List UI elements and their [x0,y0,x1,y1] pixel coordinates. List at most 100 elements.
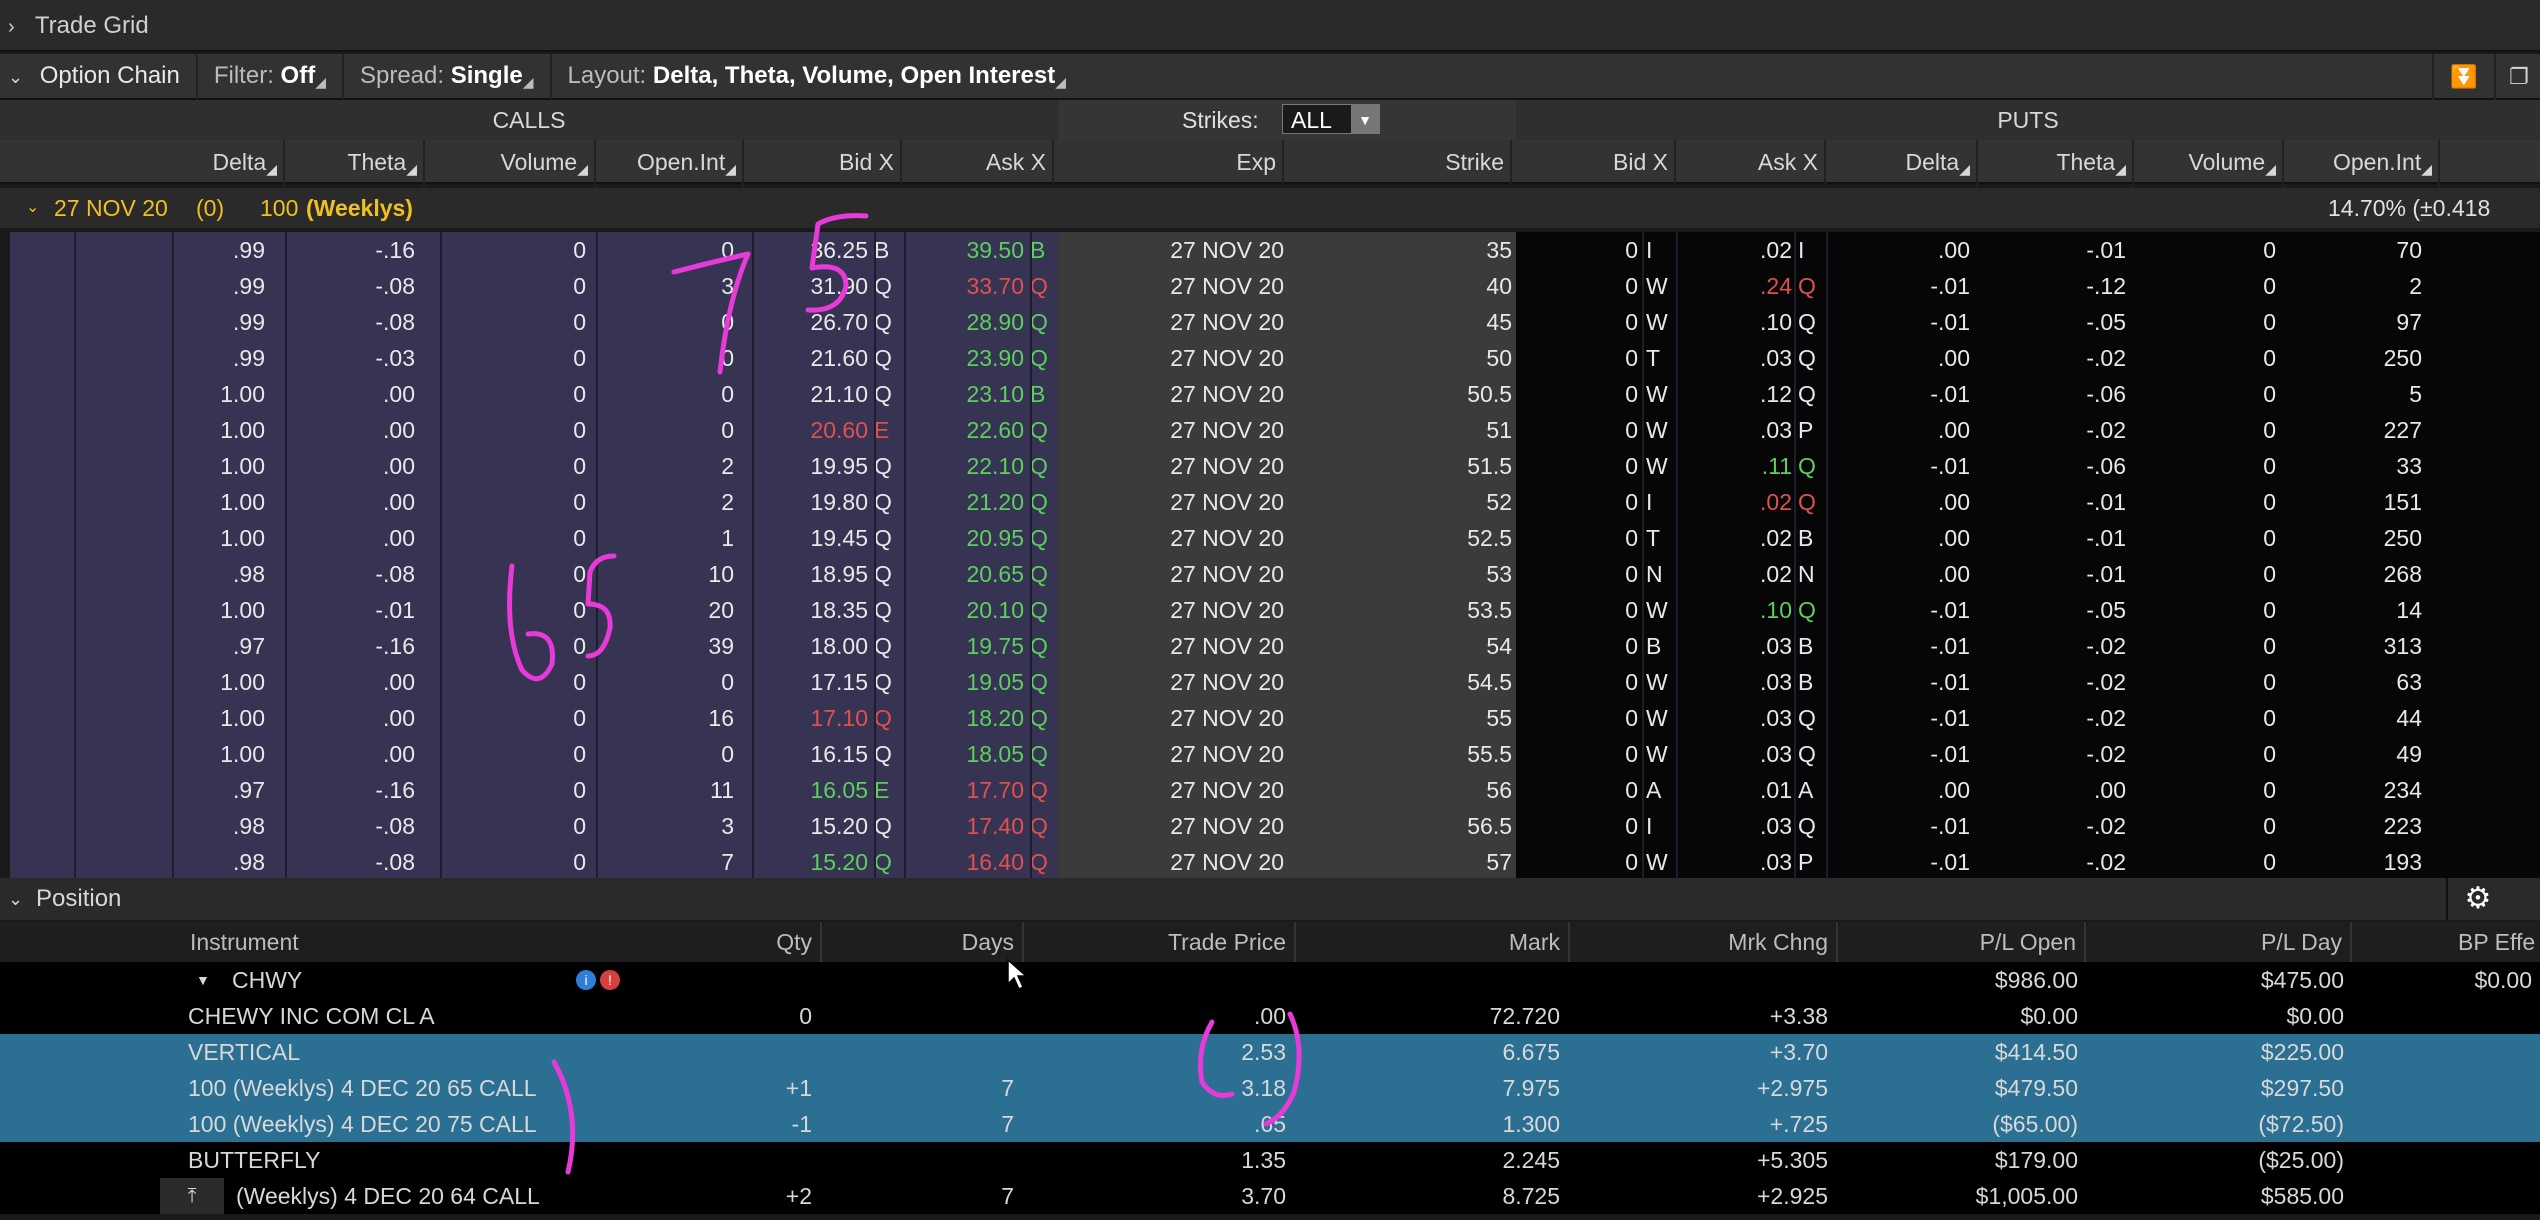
chevron-down-icon[interactable]: ⌄ [8,878,23,920]
info-icon[interactable]: i [576,970,596,990]
put-bid[interactable]: 0 [1526,340,1638,376]
call-bid[interactable]: 16.15 [752,736,868,772]
put-ask[interactable]: .10 [1676,304,1792,340]
call-ask[interactable]: 22.10 [904,448,1024,484]
option-row[interactable]: 1.00.00 0 1 19.45 Q 20.95 Q 27 NOV 20 52.5 0 T .02 B… [0,520,2540,556]
put-bid[interactable]: 0 [1526,808,1638,844]
mid-header-0[interactable]: Exp [1066,140,1284,184]
position-row[interactable]: 100 (Weeklys) 4 DEC 20 75 CALL -1 7 .65 1.30… [0,1106,2540,1142]
option-row[interactable]: 1.00.00 0 2 19.80 Q 21.20 Q 27 NOV 20 52 0 I .02 Q .0… [0,484,2540,520]
call-ask[interactable]: 21.20 [904,484,1024,520]
put-ask[interactable]: .03 [1676,844,1792,880]
call-bid[interactable]: 19.95 [752,448,868,484]
call-bid[interactable]: 21.60 [752,340,868,376]
position-header-7[interactable]: P/L Day [2088,922,2352,962]
call-bid[interactable]: 21.10 [752,376,868,412]
position-header-6[interactable]: P/L Open [1840,922,2086,962]
option-chain-toggle[interactable]: ⌄ Option Chain [0,53,198,99]
call-bid[interactable]: 18.35 [752,592,868,628]
put-bid[interactable]: 0 [1526,304,1638,340]
option-row[interactable]: .99 -.03 0 0 21.60 Q 23.90 Q 27 NOV 20 50 0 T .03 Q .0… [0,340,2540,376]
layout-selector[interactable]: Layout: Delta, Theta, Volume, Open Inter… [552,53,1083,99]
position-row[interactable]: ⤒ (Weeklys) 4 DEC 20 64 CALL +2 7 3.70 8.725 +… [0,1178,2540,1214]
put-header-2[interactable]: Delta◢ [1826,140,1978,191]
put-bid[interactable]: 0 [1526,484,1638,520]
call-ask[interactable]: 22.60 [904,412,1024,448]
call-header-5[interactable]: Ask X [904,140,1054,184]
put-bid[interactable]: 0 [1526,520,1638,556]
call-bid[interactable]: 16.05 [752,772,868,808]
call-header-4[interactable]: Bid X [752,140,902,184]
call-ask[interactable]: 20.10 [904,592,1024,628]
position-header-4[interactable]: Mark [1298,922,1570,962]
position-header-3[interactable]: Trade Price [1026,922,1296,962]
call-bid[interactable]: 18.95 [752,556,868,592]
position-header-1[interactable]: Qty [630,922,822,962]
position-header-8[interactable]: BP Effe [2354,922,2540,962]
call-bid[interactable]: 15.20 [752,808,868,844]
put-ask[interactable]: .02 [1676,484,1792,520]
option-row[interactable]: 1.00.00 0 0 20.60 E 22.60 Q 27 NOV 20 51 0 W .03 P .0… [0,412,2540,448]
expiry-row[interactable]: ⌄ 27 NOV 20 (0) 100 (Weeklys) 14.70% (±0… [0,188,2540,228]
call-ask[interactable]: 19.75 [904,628,1024,664]
call-header-0[interactable]: Delta◢ [110,140,285,191]
call-ask[interactable]: 19.05 [904,664,1024,700]
option-row[interactable]: .98 -.08 0 7 15.20 Q 16.40 Q 27 NOV 20 57 0 W .03 P -.… [0,844,2540,880]
spread-selector[interactable]: Spread: Single◢ [344,53,552,99]
put-ask[interactable]: .01 [1676,772,1792,808]
option-row[interactable]: 1.00.00 0 0 21.10 Q 23.10 B 27 NOV 20 50.5 0 W .12 Q… [0,376,2540,412]
put-ask[interactable]: .03 [1676,808,1792,844]
position-row[interactable]: BUTTERFLY 1.35 2.245 +5.305 $179.00 ($25.00) [0,1142,2540,1178]
call-bid[interactable]: 36.25 [752,232,868,268]
put-bid[interactable]: 0 [1526,664,1638,700]
call-bid[interactable]: 31.90 [752,268,868,304]
option-row[interactable]: .99 -.08 0 3 31.90 Q 33.70 Q 27 NOV 20 40 0 W .24 Q -.… [0,268,2540,304]
put-bid[interactable]: 0 [1526,628,1638,664]
put-bid[interactable]: 0 [1526,268,1638,304]
call-bid[interactable]: 20.60 [752,412,868,448]
call-ask[interactable]: 18.20 [904,700,1024,736]
put-ask[interactable]: .03 [1676,700,1792,736]
option-row[interactable]: 1.00.00 0 0 17.15 Q 19.05 Q 27 NOV 20 54.5 0 W .03 B… [0,664,2540,700]
put-header-0[interactable]: Bid X [1526,140,1676,184]
call-ask[interactable]: 16.40 [904,844,1024,880]
position-header-5[interactable]: Mrk Chng [1572,922,1838,962]
chevron-right-icon[interactable]: › [8,16,15,38]
put-ask[interactable]: .03 [1676,664,1792,700]
gear-icon[interactable]: ⚙ [2446,878,2508,920]
put-ask[interactable]: .03 [1676,340,1792,376]
put-header-3[interactable]: Theta◢ [1984,140,2134,191]
call-ask[interactable]: 39.50 [904,232,1024,268]
put-bid[interactable]: 0 [1526,700,1638,736]
call-header-2[interactable]: Volume◢ [440,140,596,191]
put-ask[interactable]: .11 [1676,448,1792,484]
option-row[interactable]: .98 -.08 0 3 15.20 Q 17.40 Q 27 NOV 20 56.5 0 I .03 Q… [0,808,2540,844]
call-ask[interactable]: 28.90 [904,304,1024,340]
call-ask[interactable]: 23.10 [904,376,1024,412]
call-bid[interactable]: 19.45 [752,520,868,556]
position-header[interactable]: ⌄ Position ⚙ [0,878,2540,920]
put-bid[interactable]: 0 [1526,592,1638,628]
call-ask[interactable]: 17.70 [904,772,1024,808]
call-bid[interactable]: 17.15 [752,664,868,700]
put-header-4[interactable]: Volume◢ [2134,140,2284,191]
put-ask[interactable]: .24 [1676,268,1792,304]
position-row[interactable]: VERTICAL 2.53 6.675 +3.70 $414.50 $225.00 [0,1034,2540,1070]
chevron-down-icon[interactable]: ⌄ [26,188,39,228]
call-ask[interactable]: 18.05 [904,736,1024,772]
put-ask[interactable]: .03 [1676,628,1792,664]
put-bid[interactable]: 0 [1526,448,1638,484]
position-row[interactable]: 100 (Weeklys) 4 DEC 20 65 CALL +1 7 3.18 7.9… [0,1070,2540,1106]
strikes-select[interactable]: ALL ▼ [1282,104,1380,134]
option-row[interactable]: .97 -.16 0 11 16.05 E 17.70 Q 27 NOV 20 56 0 A .01 A.… [0,772,2540,808]
put-ask[interactable]: .02 [1676,520,1792,556]
call-ask[interactable]: 20.65 [904,556,1024,592]
chevron-down-icon[interactable]: ▼ [196,962,210,998]
trade-grid-header[interactable]: › Trade Grid [0,0,2540,52]
filter-selector[interactable]: Filter: Off◢ [198,53,344,99]
call-ask[interactable]: 23.90 [904,340,1024,376]
alert-icon[interactable]: ! [600,970,620,990]
put-ask[interactable]: .02 [1676,232,1792,268]
collapse-down-icon[interactable]: ⏬ [2432,54,2494,100]
call-ask[interactable]: 20.95 [904,520,1024,556]
